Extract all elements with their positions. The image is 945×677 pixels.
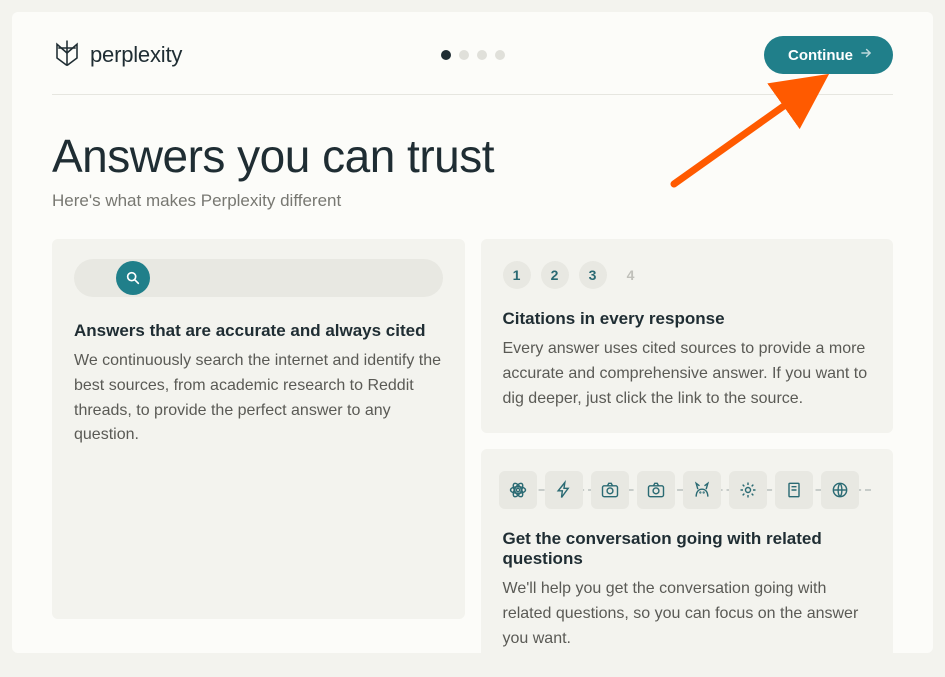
feature-grid: Answers that are accurate and always cit… <box>52 239 893 674</box>
atom-icon <box>499 471 537 509</box>
card-accurate-desc: We continuously search the internet and … <box>74 349 443 448</box>
brand: perplexity <box>52 38 182 73</box>
card-accurate-title: Answers that are accurate and always cit… <box>74 321 443 341</box>
card-citations-title: Citations in every response <box>503 309 872 329</box>
header: perplexity Continue <box>52 36 893 95</box>
citation-chip-1: 1 <box>503 261 531 289</box>
continue-button-label: Continue <box>788 47 853 64</box>
cat-icon <box>683 471 721 509</box>
citation-chip-2: 2 <box>541 261 569 289</box>
citation-chip-3: 3 <box>579 261 607 289</box>
brand-logo-icon <box>52 38 82 73</box>
progress-dot-3 <box>477 50 487 60</box>
card-related: Get the conversation going with related … <box>481 449 894 673</box>
citation-chips: 1 2 3 4 <box>503 259 872 289</box>
search-illustration <box>74 259 443 297</box>
card-related-title: Get the conversation going with related … <box>503 529 872 569</box>
book-icon <box>775 471 813 509</box>
progress-dots <box>441 50 505 60</box>
card-related-desc: We'll help you get the conversation goin… <box>503 577 872 651</box>
camera-icon-2 <box>637 471 675 509</box>
brand-name: perplexity <box>90 42 182 68</box>
progress-dot-2 <box>459 50 469 60</box>
progress-dot-1 <box>441 50 451 60</box>
card-accurate: Answers that are accurate and always cit… <box>52 239 465 619</box>
page-title: Answers you can trust <box>52 129 893 183</box>
related-icon-row <box>499 469 872 509</box>
onboarding-page: perplexity Continue Answers you can trus… <box>12 12 933 653</box>
bolt-icon <box>545 471 583 509</box>
globe-icon <box>821 471 859 509</box>
citation-chip-4: 4 <box>617 261 645 289</box>
search-icon <box>116 261 150 295</box>
card-citations-desc: Every answer uses cited sources to provi… <box>503 337 872 411</box>
right-column: 1 2 3 4 Citations in every response Ever… <box>481 239 894 674</box>
card-citations: 1 2 3 4 Citations in every response Ever… <box>481 239 894 433</box>
arrow-right-icon <box>859 46 873 64</box>
progress-dot-4 <box>495 50 505 60</box>
page-subtitle: Here's what makes Perplexity different <box>52 191 893 211</box>
gear-icon <box>729 471 767 509</box>
camera-icon <box>591 471 629 509</box>
hero: Answers you can trust Here's what makes … <box>52 129 893 211</box>
continue-button[interactable]: Continue <box>764 36 893 74</box>
